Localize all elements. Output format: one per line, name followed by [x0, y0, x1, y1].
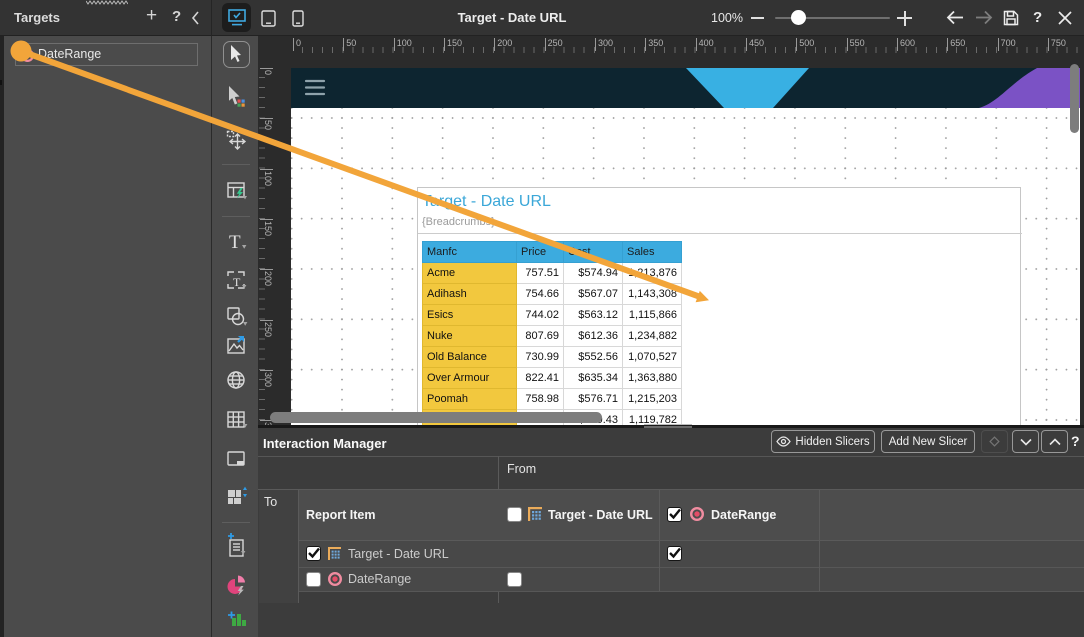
svg-text:T: T — [233, 275, 241, 289]
svg-text:T: T — [229, 232, 241, 253]
